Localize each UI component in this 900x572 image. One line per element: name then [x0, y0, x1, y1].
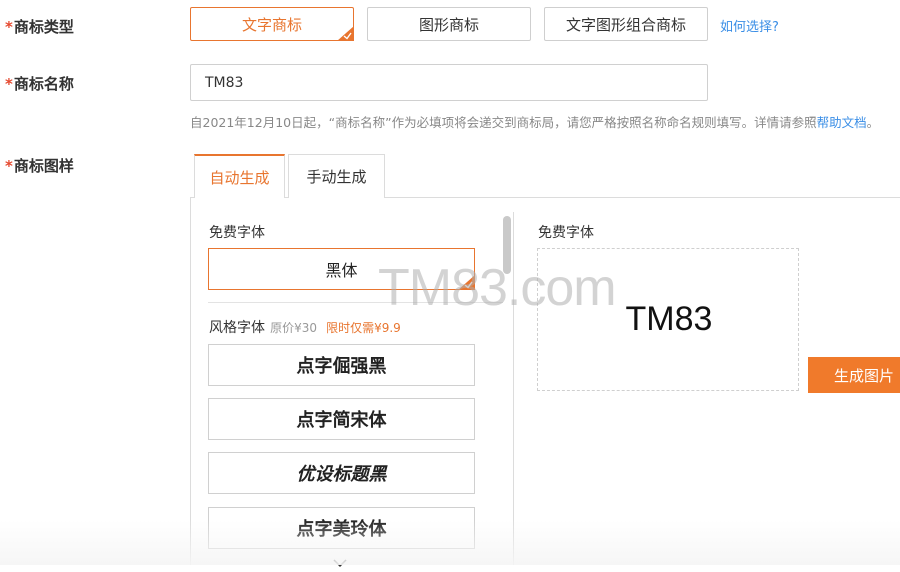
required-mark: *: [5, 157, 13, 175]
tab-manual-generate[interactable]: 手动生成: [288, 154, 385, 198]
type-option-text-mark[interactable]: 文字商标: [190, 7, 354, 41]
style-font-label: 优设标题黑: [296, 464, 387, 485]
trademark-name-value: TM83: [205, 74, 244, 91]
style-font-label: 点字倔强黑: [296, 356, 387, 377]
generate-button-label: 生成图片: [834, 366, 895, 385]
how-to-choose-link[interactable]: 如何选择?: [720, 16, 779, 35]
preview-text: TM83: [625, 300, 713, 338]
bottom-fade: [0, 520, 900, 565]
check-corner-icon: [337, 26, 354, 41]
style-font-header: 风格字体 原价¥30 限时仅需¥9.9: [209, 317, 401, 337]
trademark-image-label: *商标图样: [5, 155, 74, 176]
generate-image-button[interactable]: 生成图片: [808, 357, 900, 393]
required-mark: *: [5, 75, 13, 93]
trademark-name-input[interactable]: TM83: [190, 64, 708, 101]
style-font-label: 点字简宋体: [296, 410, 387, 431]
required-mark: *: [5, 18, 13, 36]
hint-end: 。: [866, 115, 880, 130]
name-hint: 自2021年12月10日起，“商标名称”作为必填项将会递交到商标局，请您严格按照…: [190, 112, 879, 131]
panel-left-border: [190, 198, 191, 565]
type-option-graphic-mark[interactable]: 图形商标: [367, 7, 531, 41]
preview-font-title: 免费字体: [538, 225, 594, 241]
style-font-title: 风格字体: [209, 320, 265, 336]
style-font-option[interactable]: 点字倔强黑: [208, 344, 475, 386]
style-font-option[interactable]: 优设标题黑: [208, 452, 475, 494]
help-doc-link[interactable]: 帮助文档: [817, 115, 867, 130]
trademark-type-text: 商标类型: [13, 18, 74, 36]
hint-text: 自2021年12月10日起，“商标名称”作为必填项将会递交到商标局，请您严格按照…: [190, 115, 817, 130]
original-price: 原价¥30: [270, 321, 317, 335]
trademark-name-label: *商标名称: [5, 73, 74, 94]
tab-label: 手动生成: [306, 168, 367, 186]
type-option-combined-mark[interactable]: 文字图形组合商标: [544, 7, 708, 41]
type-option-label: 文字图形组合商标: [565, 15, 686, 34]
trademark-type-label: *商标类型: [5, 16, 74, 37]
type-option-label: 文字商标: [241, 15, 302, 34]
tab-label: 自动生成: [209, 168, 270, 187]
free-font-title: 免费字体: [209, 225, 265, 241]
trademark-image-text: 商标图样: [13, 157, 74, 175]
trademark-name-text: 商标名称: [13, 75, 74, 93]
type-option-label: 图形商标: [418, 15, 479, 34]
sale-price: 限时仅需¥9.9: [326, 321, 401, 335]
tab-auto-generate[interactable]: 自动生成: [194, 154, 285, 198]
font-option-label: 黑体: [325, 261, 358, 280]
watermark: TM83.com: [378, 259, 617, 317]
style-font-option[interactable]: 点字简宋体: [208, 398, 475, 440]
